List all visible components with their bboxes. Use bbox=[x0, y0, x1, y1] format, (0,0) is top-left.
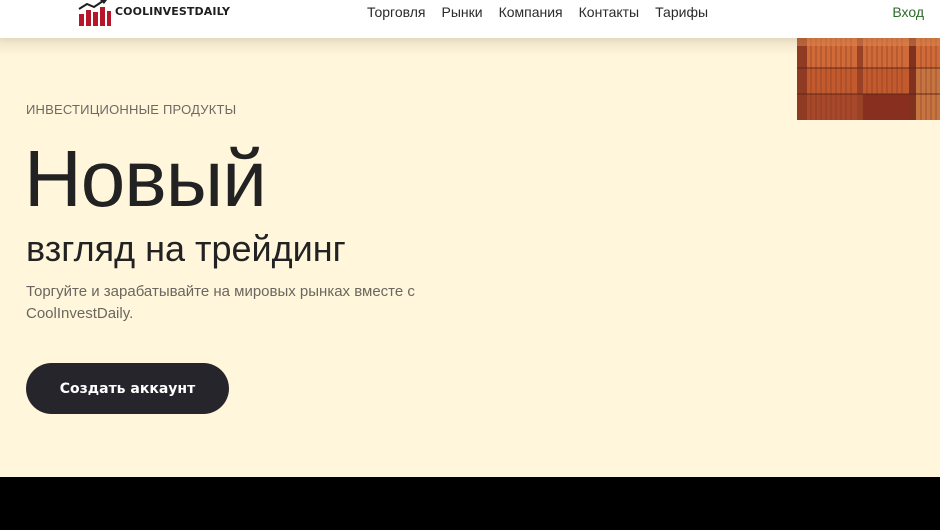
hero-title: Новый bbox=[24, 134, 267, 223]
hero-subtitle: взгляд на трейдинг bbox=[26, 228, 346, 269]
hero-section: ИНВЕСТИЦИОННЫЕ ПРОДУКТЫ Новый взгляд на … bbox=[0, 38, 940, 477]
logo-text: COOLINVESTDAILY bbox=[115, 5, 231, 18]
site-logo[interactable]: COOLINVESTDAILY bbox=[78, 0, 230, 26]
hero-description: Торгуйте и зарабатывайте на мировых рынк… bbox=[26, 283, 415, 322]
nav-item-contacts[interactable]: Контакты bbox=[579, 4, 639, 20]
main-nav: Торговля Рынки Компания Контакты Тарифы bbox=[367, 4, 708, 20]
containers-image bbox=[797, 38, 940, 120]
site-header: COOLINVESTDAILY Торговля Рынки Компания … bbox=[0, 0, 940, 38]
page: COOLINVESTDAILY Торговля Рынки Компания … bbox=[0, 0, 940, 530]
create-account-button[interactable]: Создать аккаунт bbox=[26, 363, 229, 414]
login-link[interactable]: Вход bbox=[892, 4, 924, 20]
nav-item-trading[interactable]: Торговля bbox=[367, 4, 425, 20]
nav-item-markets[interactable]: Рынки bbox=[441, 4, 482, 20]
hero-eyebrow: ИНВЕСТИЦИОННЫЕ ПРОДУКТЫ bbox=[26, 102, 237, 117]
chart-logo-icon bbox=[78, 0, 111, 26]
nav-item-company[interactable]: Компания bbox=[499, 4, 563, 20]
footer-band bbox=[0, 477, 940, 530]
nav-item-pricing[interactable]: Тарифы bbox=[655, 4, 708, 20]
